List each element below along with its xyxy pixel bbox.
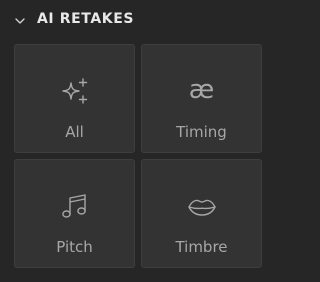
- section-title: AI RETAKES: [37, 11, 135, 27]
- lips-icon: [185, 190, 219, 224]
- tile-label-pitch: Pitch: [56, 238, 93, 256]
- music-note-icon: [58, 190, 92, 224]
- ae-ligature-icon: æ: [188, 75, 215, 105]
- retake-pitch-button[interactable]: Pitch: [14, 159, 135, 268]
- retake-timing-button[interactable]: æ Timing: [141, 44, 262, 153]
- retake-all-button[interactable]: All: [14, 44, 135, 153]
- tile-label-all: All: [65, 123, 84, 141]
- ai-retakes-panel: AI RETAKES All æ Timing Pitch Timbre: [0, 0, 275, 282]
- chevron-down-icon[interactable]: [13, 13, 27, 27]
- tile-label-timbre: Timbre: [175, 238, 228, 256]
- retake-timbre-button[interactable]: Timbre: [141, 159, 262, 268]
- sparkles-icon: [58, 75, 92, 109]
- tile-label-timing: Timing: [176, 123, 227, 141]
- section-header-ai-retakes[interactable]: AI RETAKES: [0, 0, 275, 38]
